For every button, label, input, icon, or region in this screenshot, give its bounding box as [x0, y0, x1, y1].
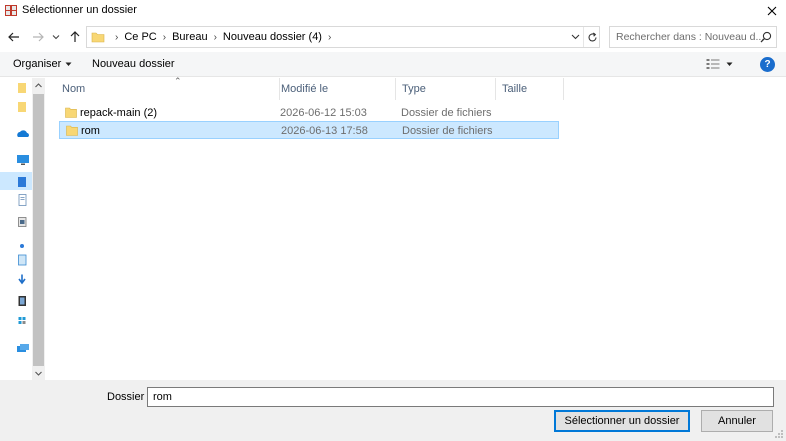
help-button[interactable]: ?: [760, 57, 775, 72]
breadcrumb: › Ce PC › Bureau › Nouveau dossier (4) ›: [109, 27, 337, 47]
column-header-name[interactable]: ⌃ Nom: [56, 76, 280, 100]
title-bar: Sélectionner un dossier: [0, 0, 786, 22]
breadcrumb-item-new-folder[interactable]: Nouveau dossier (4): [223, 31, 322, 43]
arrow-up-icon: [70, 31, 80, 42]
folder-name-input[interactable]: rom: [147, 387, 774, 407]
column-header-modified[interactable]: Modifié le: [275, 78, 396, 100]
computer-icon[interactable]: [16, 154, 30, 166]
music-icon[interactable]: [18, 254, 30, 266]
refresh-button[interactable]: [583, 27, 601, 47]
table-row-selected[interactable]: rom 2026-06-13 17:58 Dossier de fichiers: [59, 121, 559, 139]
up-button[interactable]: [66, 28, 84, 46]
new-folder-button[interactable]: Nouveau dossier: [92, 58, 175, 70]
window-title: Sélectionner un dossier: [22, 4, 137, 16]
table-row[interactable]: repack-main (2) 2026-06-12 15:03 Dossier…: [59, 104, 559, 122]
folder-icon: [66, 125, 78, 136]
breadcrumb-separator-icon[interactable]: ›: [214, 32, 217, 43]
organize-button[interactable]: Organiser: [13, 58, 72, 70]
chevron-down-icon: [571, 34, 579, 40]
forward-button[interactable]: [29, 28, 47, 46]
disk-icon[interactable]: [18, 316, 30, 328]
address-bar[interactable]: › Ce PC › Bureau › Nouveau dossier (4) ›: [86, 26, 600, 48]
organize-label: Organiser: [13, 58, 62, 70]
select-folder-button[interactable]: Sélectionner un dossier: [554, 410, 690, 432]
arrow-left-icon: [8, 32, 19, 42]
search-placeholder: Rechercher dans : Nouveau d...: [616, 31, 765, 43]
chevron-down-icon: [35, 371, 42, 376]
breadcrumb-item-desktop[interactable]: Bureau: [172, 31, 207, 43]
help-icon: ?: [764, 59, 771, 70]
scroll-down-button[interactable]: [32, 366, 45, 380]
file-type: Dossier de fichiers: [402, 125, 493, 137]
arrow-right-icon: [33, 32, 44, 42]
view-options-button[interactable]: [706, 56, 740, 72]
videos-icon[interactable]: [18, 295, 30, 307]
breadcrumb-separator-icon[interactable]: ›: [163, 32, 166, 43]
file-name: repack-main (2): [80, 107, 158, 119]
close-icon: [767, 6, 777, 16]
address-history-button[interactable]: [567, 27, 583, 47]
sort-ascending-icon: ⌃: [174, 76, 182, 86]
pictures-icon[interactable]: [18, 216, 30, 228]
cancel-button[interactable]: Annuler: [701, 410, 773, 432]
close-button[interactable]: [758, 0, 786, 22]
folder-field-label: Dossier :: [107, 391, 151, 403]
resize-grip-icon[interactable]: [774, 429, 784, 439]
file-type: Dossier de fichiers: [401, 107, 492, 119]
folder-picker-dialog: Sélectionner un dossier › Ce PC › Bureau…: [0, 0, 786, 441]
folder-icon: [91, 32, 105, 43]
chevron-down-icon: [52, 35, 60, 40]
caret-down-icon: [726, 62, 733, 66]
search-icon[interactable]: [759, 30, 773, 44]
column-header-size[interactable]: Taille: [496, 78, 564, 100]
app-icon: [5, 5, 17, 16]
documents-icon[interactable]: [18, 194, 30, 206]
column-size-label: Taille: [502, 83, 528, 95]
dot-icon: [20, 244, 24, 248]
file-list: ⌃ Nom Modifié le Type Taille repack-main…: [46, 76, 786, 380]
nav-pane-scrollbar[interactable]: [32, 78, 45, 380]
nav-icon-list: [14, 78, 32, 380]
onedrive-icon[interactable]: [16, 128, 30, 140]
folder-icon[interactable]: [18, 82, 30, 94]
column-header-type[interactable]: Type: [396, 78, 496, 100]
folder-icon: [65, 107, 77, 118]
search-input[interactable]: Rechercher dans : Nouveau d...: [609, 26, 777, 48]
scroll-up-button[interactable]: [32, 78, 45, 92]
file-modified: 2026-06-13 17:58: [281, 125, 368, 137]
breadcrumb-separator-icon[interactable]: ›: [328, 32, 331, 43]
navigation-row: › Ce PC › Bureau › Nouveau dossier (4) ›: [0, 25, 786, 51]
network-icon[interactable]: [16, 343, 30, 355]
recent-locations-button[interactable]: [50, 28, 62, 46]
back-button[interactable]: [5, 28, 23, 46]
desktop-icon[interactable]: [18, 176, 30, 188]
scrollbar-thumb[interactable]: [33, 94, 44, 366]
folder-icon[interactable]: [18, 101, 30, 113]
breadcrumb-item-this-pc[interactable]: Ce PC: [124, 31, 156, 43]
caret-down-icon: [65, 62, 72, 66]
file-modified: 2026-06-12 15:03: [280, 107, 367, 119]
downloads-icon[interactable]: [18, 274, 30, 286]
new-folder-label: Nouveau dossier: [92, 58, 175, 70]
navigation-pane: [0, 78, 45, 380]
column-name-label: Nom: [62, 83, 86, 95]
dialog-footer: Dossier : rom Sélectionner un dossier An…: [0, 380, 786, 441]
command-bar: Organiser Nouveau dossier ?: [0, 52, 786, 77]
details-view-icon: [706, 59, 720, 69]
chevron-up-icon: [35, 82, 42, 87]
breadcrumb-separator-icon: ›: [115, 31, 119, 43]
column-type-label: Type: [402, 83, 426, 95]
column-modified-label: Modifié le: [281, 83, 329, 95]
file-name: rom: [81, 125, 100, 137]
refresh-icon: [588, 32, 597, 41]
